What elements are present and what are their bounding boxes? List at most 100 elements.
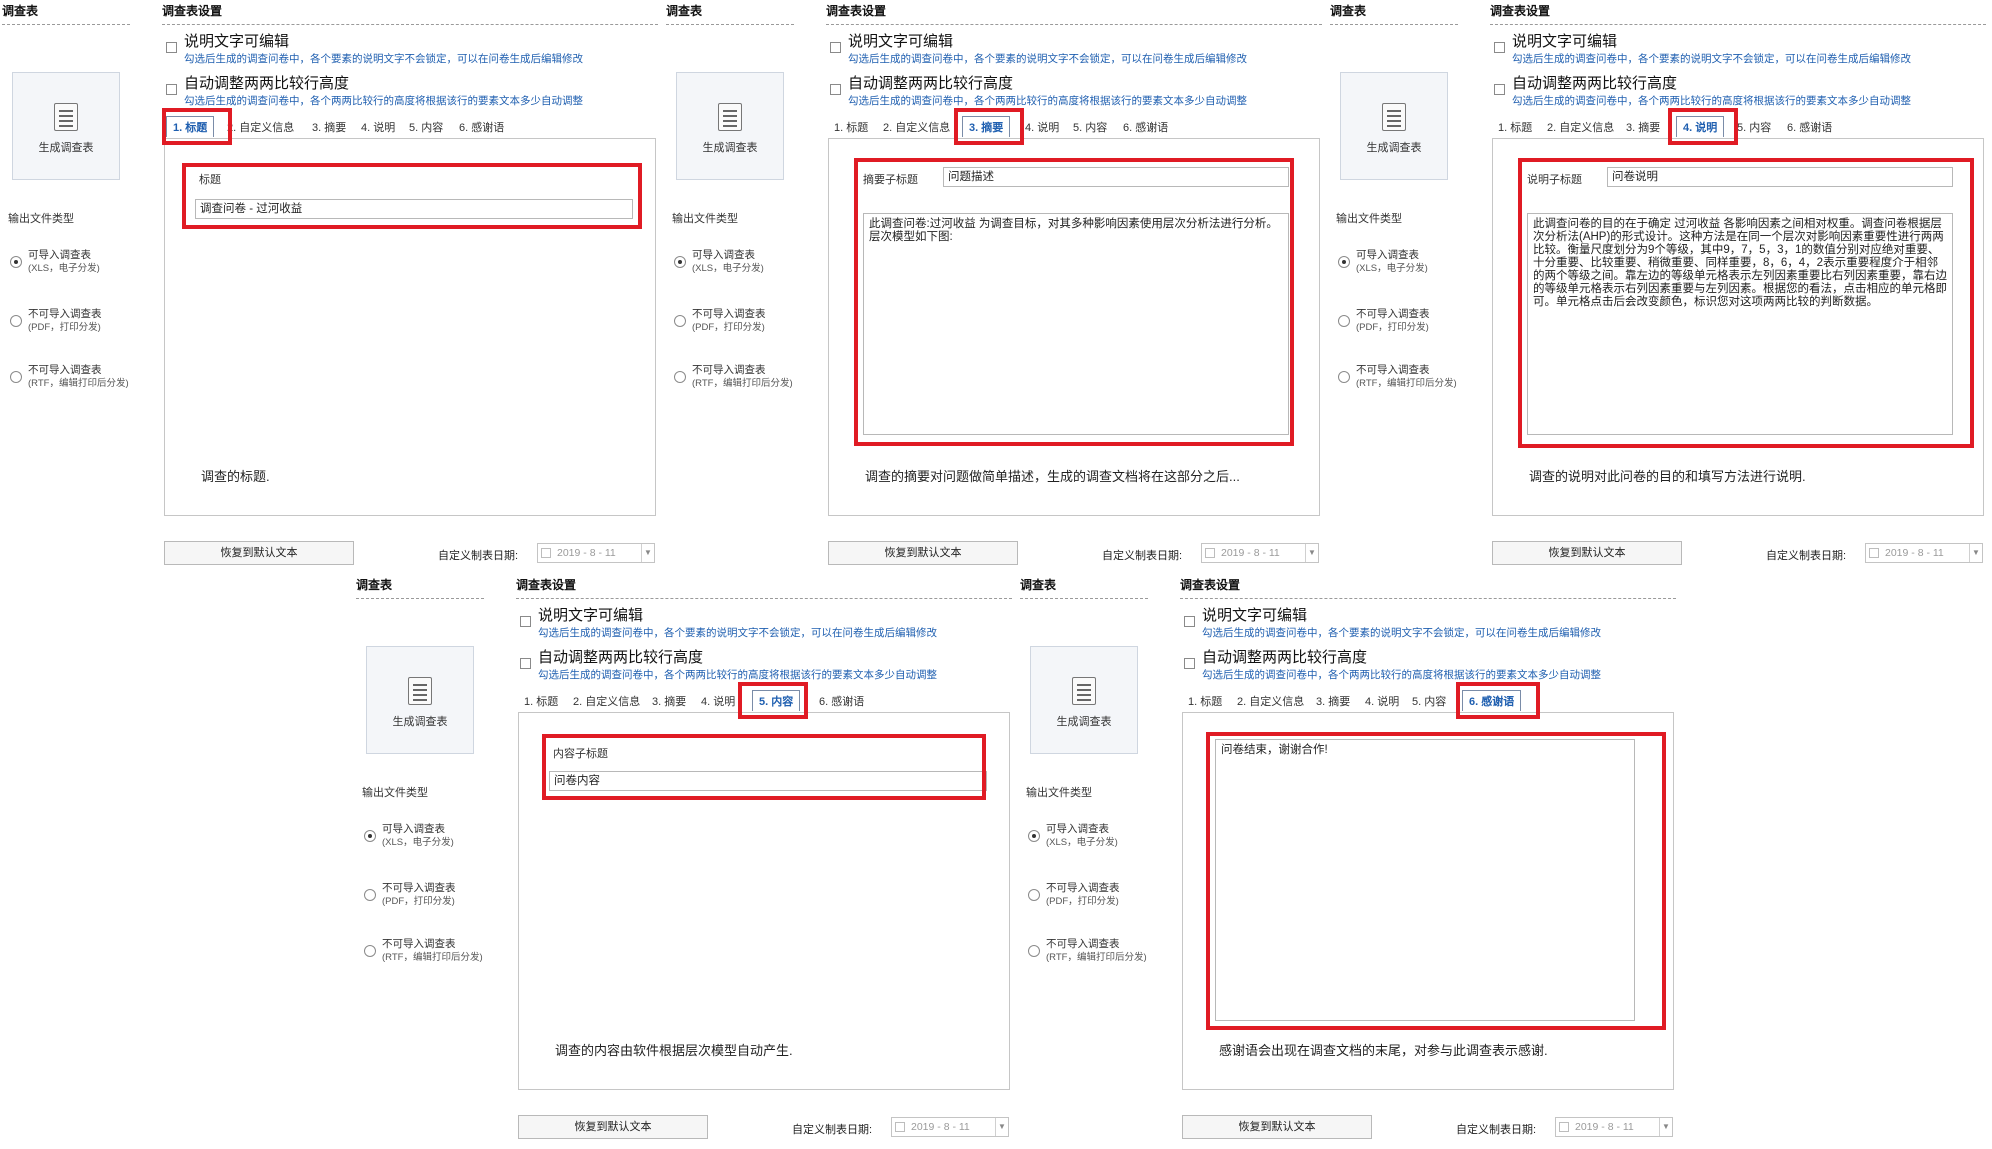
tab-instructions[interactable]: 4. 说明 <box>701 693 735 709</box>
generate-survey-button[interactable]: 生成调查表 <box>366 646 474 754</box>
restore-default-button[interactable]: 恢复到默认文本 <box>1182 1115 1372 1139</box>
radio-pdf[interactable]: 不可导入调查表 (PDF，打印分发) <box>364 881 489 909</box>
radio-dot[interactable] <box>1028 830 1040 842</box>
radio-dot[interactable] <box>10 256 22 268</box>
date-checkbox[interactable] <box>1869 548 1879 558</box>
auto-row-height-checkbox[interactable] <box>520 658 531 669</box>
generate-survey-button[interactable]: 生成调查表 <box>1340 72 1448 180</box>
tab-thanks[interactable]: 6. 感谢语 <box>819 693 864 709</box>
tab-content[interactable]: 5. 内容 <box>1073 119 1107 135</box>
tab-content[interactable]: 5. 内容 <box>1737 119 1771 135</box>
radio-xls[interactable]: 可导入调查表 (XLS，电子分发) <box>1338 248 1463 276</box>
radio-pdf[interactable]: 不可导入调查表 (PDF，打印分发) <box>1338 307 1463 335</box>
radio-pdf[interactable]: 不可导入调查表 (PDF，打印分发) <box>674 307 799 335</box>
chevron-down-icon[interactable]: ▼ <box>641 544 654 562</box>
radio-dot[interactable] <box>674 371 686 383</box>
date-checkbox[interactable] <box>541 548 551 558</box>
tab-abstract[interactable]: 3. 摘要 <box>1626 119 1660 135</box>
date-picker[interactable]: 2019 - 8 - 11 ▼ <box>1201 543 1319 563</box>
tab-content[interactable]: 5. 内容 <box>409 119 443 135</box>
tab-thanks[interactable]: 6. 感谢语 <box>1462 690 1522 711</box>
radio-dot[interactable] <box>1338 315 1350 327</box>
radio-dot[interactable] <box>674 315 686 327</box>
subtitle-input[interactable]: 问题描述 <box>943 167 1289 187</box>
tab-abstract[interactable]: 3. 摘要 <box>312 119 346 135</box>
date-picker[interactable]: 2019 - 8 - 11 ▼ <box>537 543 655 563</box>
tab-custom-info[interactable]: 2. 自定义信息 <box>573 693 640 709</box>
editable-text-checkbox[interactable] <box>830 42 841 53</box>
tab-abstract[interactable]: 3. 摘要 <box>652 693 686 709</box>
auto-row-height-checkbox[interactable] <box>830 84 841 95</box>
restore-default-button[interactable]: 恢复到默认文本 <box>1492 541 1682 565</box>
date-picker[interactable]: 2019 - 8 - 11 ▼ <box>1555 1117 1673 1137</box>
chevron-down-icon[interactable]: ▼ <box>1969 544 1982 562</box>
chevron-down-icon[interactable]: ▼ <box>1305 544 1318 562</box>
radio-dot[interactable] <box>364 945 376 957</box>
tab-custom-info[interactable]: 2. 自定义信息 <box>1547 119 1614 135</box>
auto-row-height-checkbox[interactable] <box>1184 658 1195 669</box>
tab-content[interactable]: 5. 内容 <box>752 690 801 711</box>
radio-pdf[interactable]: 不可导入调查表 (PDF，打印分发) <box>10 307 135 335</box>
auto-row-height-checkbox[interactable] <box>1494 84 1505 95</box>
date-picker[interactable]: 2019 - 8 - 11 ▼ <box>1865 543 1983 563</box>
tab-title[interactable]: 1. 标题 <box>834 119 868 135</box>
chevron-down-icon[interactable]: ▼ <box>1659 1118 1672 1136</box>
tab-custom-info[interactable]: 2. 自定义信息 <box>1237 693 1304 709</box>
radio-rtf[interactable]: 不可导入调查表 (RTF，编辑打印后分发) <box>364 937 489 965</box>
radio-dot[interactable] <box>364 830 376 842</box>
date-checkbox[interactable] <box>1205 548 1215 558</box>
title-input[interactable]: 调查问卷 - 过河收益 <box>195 199 633 219</box>
tab-instructions[interactable]: 4. 说明 <box>1676 116 1725 137</box>
radio-dot[interactable] <box>674 256 686 268</box>
thanks-textarea[interactable]: 问卷结束，谢谢合作! <box>1215 739 1635 1021</box>
radio-dot[interactable] <box>1028 945 1040 957</box>
radio-dot[interactable] <box>10 315 22 327</box>
generate-survey-button[interactable]: 生成调查表 <box>12 72 120 180</box>
tab-custom-info[interactable]: 2. 自定义信息 <box>883 119 950 135</box>
chevron-down-icon[interactable]: ▼ <box>995 1118 1008 1136</box>
tab-title[interactable]: 1. 标题 <box>1188 693 1222 709</box>
instructions-textarea[interactable]: 此调查问卷的目的在于确定 过河收益 各影响因素之间相对权重。调查问卷根据层次分析… <box>1527 213 1953 435</box>
subtitle-input[interactable]: 问卷内容 <box>549 771 987 791</box>
date-picker[interactable]: 2019 - 8 - 11 ▼ <box>891 1117 1009 1137</box>
radio-dot[interactable] <box>1338 371 1350 383</box>
radio-xls[interactable]: 可导入调查表 (XLS，电子分发) <box>1028 822 1153 850</box>
radio-pdf[interactable]: 不可导入调查表 (PDF，打印分发) <box>1028 881 1153 909</box>
editable-text-checkbox[interactable] <box>1184 616 1195 627</box>
radio-dot[interactable] <box>364 889 376 901</box>
radio-dot[interactable] <box>1028 889 1040 901</box>
auto-row-height-checkbox[interactable] <box>166 84 177 95</box>
radio-rtf[interactable]: 不可导入调查表 (RTF，编辑打印后分发) <box>1338 363 1463 391</box>
tab-abstract[interactable]: 3. 摘要 <box>962 116 1011 137</box>
tab-title[interactable]: 1. 标题 <box>166 116 215 137</box>
radio-rtf[interactable]: 不可导入调查表 (RTF，编辑打印后分发) <box>10 363 135 391</box>
tab-thanks[interactable]: 6. 感谢语 <box>1123 119 1168 135</box>
radio-xls[interactable]: 可导入调查表 (XLS，电子分发) <box>10 248 135 276</box>
abstract-textarea[interactable]: 此调查问卷:过河收益 为调查目标，对其多种影响因素使用层次分析法进行分析。层次模… <box>863 213 1289 435</box>
tab-instructions[interactable]: 4. 说明 <box>1025 119 1059 135</box>
editable-text-checkbox[interactable] <box>520 616 531 627</box>
editable-text-checkbox[interactable] <box>1494 42 1505 53</box>
tab-thanks[interactable]: 6. 感谢语 <box>1787 119 1832 135</box>
tab-content[interactable]: 5. 内容 <box>1412 693 1446 709</box>
generate-survey-button[interactable]: 生成调查表 <box>676 72 784 180</box>
restore-default-button[interactable]: 恢复到默认文本 <box>828 541 1018 565</box>
tab-title[interactable]: 1. 标题 <box>524 693 558 709</box>
date-checkbox[interactable] <box>895 1122 905 1132</box>
tab-abstract[interactable]: 3. 摘要 <box>1316 693 1350 709</box>
subtitle-input[interactable]: 问卷说明 <box>1607 167 1953 187</box>
restore-default-button[interactable]: 恢复到默认文本 <box>164 541 354 565</box>
date-checkbox[interactable] <box>1559 1122 1569 1132</box>
radio-dot[interactable] <box>1338 256 1350 268</box>
tab-thanks[interactable]: 6. 感谢语 <box>459 119 504 135</box>
tab-instructions[interactable]: 4. 说明 <box>361 119 395 135</box>
tab-custom-info[interactable]: 2. 自定义信息 <box>227 119 294 135</box>
radio-rtf[interactable]: 不可导入调查表 (RTF，编辑打印后分发) <box>1028 937 1153 965</box>
generate-survey-button[interactable]: 生成调查表 <box>1030 646 1138 754</box>
radio-dot[interactable] <box>10 371 22 383</box>
restore-default-button[interactable]: 恢复到默认文本 <box>518 1115 708 1139</box>
radio-rtf[interactable]: 不可导入调查表 (RTF，编辑打印后分发) <box>674 363 799 391</box>
editable-text-checkbox[interactable] <box>166 42 177 53</box>
tab-instructions[interactable]: 4. 说明 <box>1365 693 1399 709</box>
radio-xls[interactable]: 可导入调查表 (XLS，电子分发) <box>674 248 799 276</box>
